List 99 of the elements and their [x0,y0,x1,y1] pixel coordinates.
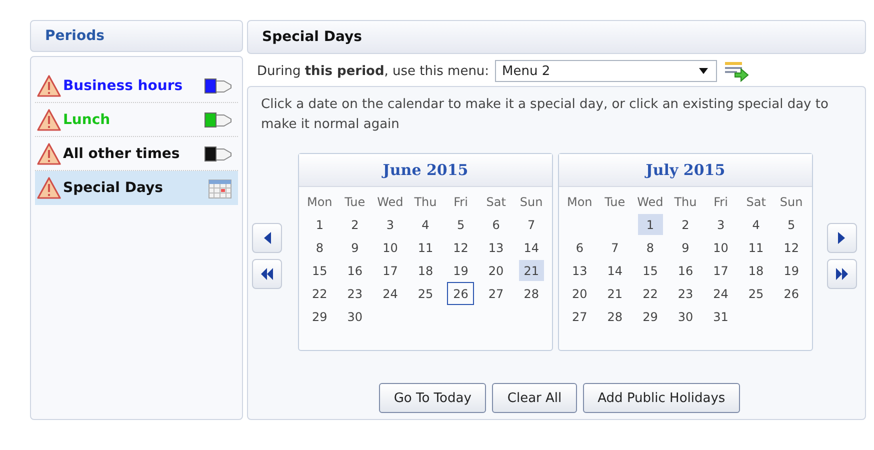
calendar-day[interactable]: 13 [483,237,509,258]
calendar-day[interactable]: 7 [602,237,628,258]
menu-dropdown[interactable]: Menu 2 [495,60,718,82]
calendar-day[interactable]: 25 [412,283,438,304]
weekday-label: Thu [413,194,438,210]
dropdown-caret-icon [699,68,708,74]
calendar-day[interactable]: 22 [307,283,332,304]
weekday-label: Mon [306,194,334,210]
calendar-day[interactable]: 28 [602,306,628,327]
nav-previous-button[interactable] [252,223,282,253]
calendar-day[interactable]: 5 [778,214,804,235]
weekday-label: Sat [745,194,767,210]
calendar-day[interactable]: 21 [602,283,628,304]
calendar-day[interactable]: 30 [672,306,698,327]
calendar-day[interactable]: 2 [342,214,368,235]
month-title: June 2015 [299,154,552,187]
calendar-day[interactable]: 19 [778,260,804,281]
calendar-day[interactable]: 7 [518,214,544,235]
period-item[interactable]: Business hours [35,69,238,103]
calendar-day[interactable]: 27 [567,306,592,327]
calendar-day[interactable]: 18 [743,260,769,281]
calendar-day[interactable]: 16 [342,260,368,281]
calendar-day[interactable]: 20 [567,283,592,304]
calendar-day[interactable]: 24 [378,283,403,304]
back-fast-arrow-icon [261,267,273,281]
calendar-day[interactable]: 12 [778,237,804,258]
action-button[interactable]: Clear All [492,383,577,413]
calendar-day[interactable]: 19 [448,260,474,281]
weekday-label: Tue [344,194,366,210]
calendar-day[interactable]: 11 [743,237,769,258]
nav-next-button[interactable] [827,223,857,253]
calendar-day[interactable]: 17 [708,260,734,281]
calendar-day[interactable]: 24 [708,283,734,304]
calendar-day[interactable]: 10 [378,237,403,258]
calendar-day[interactable]: 16 [672,260,698,281]
period-item[interactable]: Special Days [35,171,238,205]
menu-label: During this period, use this menu: [257,64,490,78]
calendar-day[interactable]: 25 [743,283,769,304]
calendar-icon [208,177,232,199]
calendar-day[interactable]: 15 [638,260,663,281]
calendar-day[interactable]: 15 [307,260,332,281]
calendar-day[interactable]: 6 [483,214,509,235]
calendar-day[interactable]: 9 [672,237,698,258]
nav-forward-fast-button[interactable] [827,259,857,289]
calendar-day[interactable]: 20 [483,260,509,281]
calendar-day[interactable]: 14 [518,237,544,258]
calendar-day[interactable]: 14 [602,260,628,281]
calendar-day[interactable]: 18 [412,260,438,281]
weekday-label: Tue [604,194,626,210]
weekday-label: Wed [376,194,404,210]
calendar-day[interactable]: 30 [342,306,368,327]
calendar-day[interactable]: 13 [567,260,592,281]
calendar-day[interactable]: 1 [307,214,332,235]
calendar-day[interactable]: 4 [743,214,769,235]
weekday-label: Thu [673,194,698,210]
calendar-day[interactable]: 31 [708,306,734,327]
calendar-day[interactable]: 26 [448,283,474,304]
flag-icon [202,144,232,162]
calendar-day[interactable]: 29 [307,306,332,327]
calendar-day[interactable]: 11 [412,237,438,258]
nav-back-fast-button[interactable] [252,259,282,289]
weekday-label: Wed [636,194,664,210]
calendar-day[interactable]: 1 [638,214,663,235]
weekday-label: Sun [518,194,544,210]
calendar-day[interactable]: 23 [672,283,698,304]
panel-header: Periods [30,20,243,52]
calendar-day[interactable]: 9 [342,237,368,258]
edit-menu-icon[interactable] [723,60,750,82]
calendar-day[interactable]: 21 [518,260,544,281]
calendar-day[interactable]: 8 [638,237,663,258]
calendar-day[interactable]: 2 [672,214,698,235]
calendar-day[interactable]: 10 [708,237,734,258]
calendar-day[interactable]: 3 [708,214,734,235]
calendar-day[interactable]: 6 [567,237,592,258]
month-title: July 2015 [559,154,812,187]
flag-icon [202,76,232,94]
calendar-day[interactable]: 23 [342,283,368,304]
weekday-label: Fri [452,194,469,210]
calendar-day[interactable]: 27 [483,283,509,304]
calendar-day[interactable]: 8 [307,237,332,258]
calendar-day[interactable]: 22 [638,283,663,304]
action-button[interactable]: Go To Today [378,383,486,413]
calendar-day[interactable]: 4 [412,214,438,235]
weekday-label: Fri [712,194,729,210]
calendar-day[interactable]: 12 [448,237,474,258]
calendar-day[interactable]: 3 [378,214,403,235]
action-button[interactable]: Add Public Holidays [582,383,740,413]
flag-icon [202,110,232,128]
forward-fast-arrow-icon [836,267,848,281]
calendar-day[interactable]: 5 [448,214,474,235]
calendar-day[interactable]: 17 [378,260,403,281]
calendar-day[interactable]: 29 [638,306,663,327]
weekday-label: Mon [566,194,594,210]
calendar-day[interactable]: 28 [518,283,544,304]
weekday-label: Sat [485,194,507,210]
panel-header: Special Days [247,20,866,54]
calendar-day[interactable]: 26 [778,283,804,304]
weekday-label: Sun [778,194,804,210]
instructions-text: Click a date on the calendar to make it a special day, or click an existing special day to make it normal again [260,96,830,134]
